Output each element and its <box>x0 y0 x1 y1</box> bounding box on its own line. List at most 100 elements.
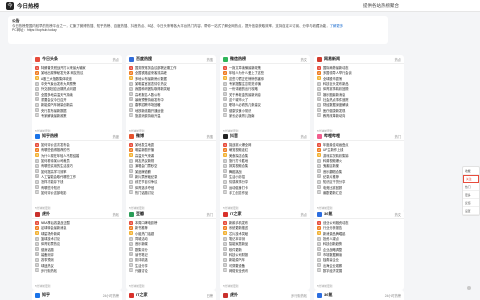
card-title[interactable]: 知乎 <box>42 292 103 298</box>
item-title[interactable]: 行业分析报告 <box>323 225 401 230</box>
item-title[interactable]: 多国领导人举行会谈 <box>323 70 401 75</box>
side-item-settings[interactable]: 设置 <box>463 207 479 215</box>
item-title[interactable]: 本周口碑电影榜 <box>135 220 213 225</box>
card-title[interactable]: 36氪 <box>324 292 385 298</box>
card-title[interactable]: 虎扑 <box>42 211 113 217</box>
top-link[interactable]: 提供各站热榜聚合 <box>363 3 399 9</box>
list-item[interactable]: 10 旅游消费持续升温 <box>129 113 213 118</box>
card-title[interactable]: 虎扑 <box>230 292 291 298</box>
item-title[interactable]: 一份详细的出行攻略 <box>229 86 307 91</box>
item-title[interactable]: 影评精选 <box>135 257 213 262</box>
item-title[interactable]: 赛事预测 <box>41 257 119 262</box>
item-title[interactable]: 怎样才能存下钱 <box>41 179 119 184</box>
item-title[interactable]: 鬼畜区新梗 <box>323 163 401 168</box>
item-title[interactable]: 医疗健康新发现 <box>323 108 401 113</box>
scroll-indicator[interactable] <box>467 286 471 290</box>
item-title[interactable]: 装备测评 <box>41 252 119 257</box>
card-title[interactable]: 今日头条 <box>42 56 113 62</box>
item-title[interactable]: 新能源汽车 <box>229 257 307 262</box>
item-title[interactable]: 国际局势最新动态 <box>323 65 401 70</box>
list-item[interactable]: 10 兴趣讨论 <box>129 268 213 273</box>
item-title[interactable]: 搞笑视频合集 <box>229 163 307 168</box>
item-title[interactable]: 生活小妙招 <box>229 174 307 179</box>
item-title[interactable]: 篮球技术讨论 <box>41 236 119 241</box>
item-title[interactable]: 全球股市震荡 <box>323 76 401 81</box>
item-title[interactable]: 人工智能会取代哪些工作 <box>41 174 119 179</box>
item-title[interactable]: UP主新作上线 <box>323 147 401 152</box>
item-title[interactable]: 市场数据解读 <box>323 252 401 257</box>
item-title[interactable]: 旅游消费持续升温 <box>135 113 213 118</box>
item-title[interactable]: 游戏实况精彩集锦 <box>323 153 401 158</box>
item-title[interactable]: 知识区干货分享 <box>323 179 401 184</box>
item-title[interactable]: 旅行打卡胜地 <box>229 158 307 163</box>
item-title[interactable]: 手工创意作品 <box>229 190 307 195</box>
item-title[interactable]: 新消费品牌崛起 <box>323 231 401 236</box>
list-item[interactable]: 10 数字经济发展 <box>317 268 401 273</box>
item-title[interactable]: 国务院常务会议部署近期工作 <box>135 65 213 70</box>
item-title[interactable]: 体育赛事精彩回顾 <box>323 86 401 91</box>
item-title[interactable]: 有哪些值得推荐的书 <box>41 147 119 152</box>
item-title[interactable]: 关于养老金的最新消息 <box>229 92 307 97</box>
item-title[interactable]: 重要会议今日召开 <box>41 97 119 102</box>
item-title[interactable]: 情感故事分享 <box>229 179 307 184</box>
item-title[interactable]: 如何评价这部电影 <box>41 190 119 195</box>
item-title[interactable]: 教育改革新动向 <box>323 113 401 118</box>
item-title[interactable]: 笔记本评测 <box>229 236 307 241</box>
item-title[interactable]: 挑战赛火爆全网 <box>229 142 307 147</box>
item-title[interactable]: 财经数据深度解读 <box>323 102 401 107</box>
item-title[interactable]: 网友热议新规 <box>135 158 213 163</box>
item-title[interactable]: 为什么现在年轻人不愿结婚 <box>41 153 119 158</box>
item-title[interactable]: 独角兽企业 <box>323 257 401 262</box>
item-title[interactable]: 健康饮食小常识 <box>229 108 307 113</box>
item-title[interactable]: A股三大指数集体收涨 <box>41 76 119 81</box>
card-title[interactable]: 微博 <box>136 133 207 139</box>
item-title[interactable]: 暴雨预警持续发布中 <box>135 97 213 102</box>
card-title[interactable]: 知乎热榜 <box>42 133 113 139</box>
item-title[interactable]: 球迷热议 <box>41 263 119 268</box>
item-title[interactable]: 某地发生地震 <box>135 142 213 147</box>
item-title[interactable]: 外交部回应近期热点问题 <box>41 86 119 91</box>
item-title[interactable]: 某品牌道歉 <box>135 169 213 174</box>
item-title[interactable]: 出海企业观察 <box>323 263 401 268</box>
item-title[interactable]: 纪录片推荐 <box>323 174 401 179</box>
card-title[interactable]: 微信热榜 <box>230 56 301 62</box>
card-title[interactable]: 百度热搜 <box>136 56 207 62</box>
item-title[interactable]: 生活分享 <box>135 263 213 268</box>
item-title[interactable]: 科普视频爆火 <box>323 158 401 163</box>
item-title[interactable]: 智能家居新品 <box>229 241 307 246</box>
item-title[interactable]: 小组热门话题 <box>135 231 213 236</box>
item-title[interactable]: 热门话题讨论 <box>135 190 213 195</box>
item-title[interactable]: 某地出现神秘发光体 网友热议 <box>41 70 119 75</box>
item-title[interactable]: 多地公布最新房价数据 <box>135 76 213 81</box>
item-title[interactable]: 专家提醒注意防范诈骗 <box>229 81 307 86</box>
card-title[interactable]: IT之家 <box>230 211 301 217</box>
item-title[interactable]: 同城活动 <box>135 236 213 241</box>
item-title[interactable]: 网络安全资讯 <box>229 268 307 273</box>
item-title[interactable]: 中央气象台发布大风预警 <box>41 81 119 86</box>
item-title[interactable]: 健身话题 <box>41 247 119 252</box>
item-title[interactable]: 有哪些实用的生活技巧 <box>41 163 119 168</box>
item-title[interactable]: 新款手机发布 <box>229 220 307 225</box>
item-title[interactable]: 如何提高学习效率 <box>41 169 119 174</box>
item-title[interactable]: 一篇文章读懂最新政策 <box>229 65 307 70</box>
card-title[interactable]: 网易新闻 <box>324 56 395 62</box>
item-title[interactable]: 萌宠视频走红 <box>229 147 307 152</box>
announce-link[interactable]: 了解更多 <box>330 24 344 28</box>
item-title[interactable]: 创业公司融资动态 <box>323 220 401 225</box>
list-item[interactable]: 10 如何评价这部电影 <box>35 190 119 195</box>
side-item-hot[interactable]: 热门 <box>463 183 479 191</box>
item-title[interactable]: 新书推荐 <box>135 225 213 230</box>
item-title[interactable]: 这个城市火了 <box>229 97 307 102</box>
item-title[interactable]: 音乐翻唱合集 <box>323 169 401 174</box>
list-item[interactable]: 10 热门话题讨论 <box>129 190 213 195</box>
item-title[interactable]: 专家解读最新政策 <box>41 113 119 118</box>
card-title[interactable]: 36氪 <box>324 211 395 217</box>
item-title[interactable]: 综艺节目引争议 <box>135 179 213 184</box>
item-title[interactable]: NBA季后赛激战正酣 <box>41 220 119 225</box>
item-title[interactable]: 美食探店合集 <box>229 153 307 158</box>
logo-icon[interactable]: 今 <box>6 1 14 10</box>
item-title[interactable]: 高考报名人数公布 <box>135 92 213 97</box>
item-title[interactable]: 我国科研团队取得新突破 <box>135 86 213 91</box>
item-title[interactable]: 明星新剧开播 <box>135 147 213 152</box>
list-item[interactable]: 10 步行街热帖 <box>35 268 119 273</box>
